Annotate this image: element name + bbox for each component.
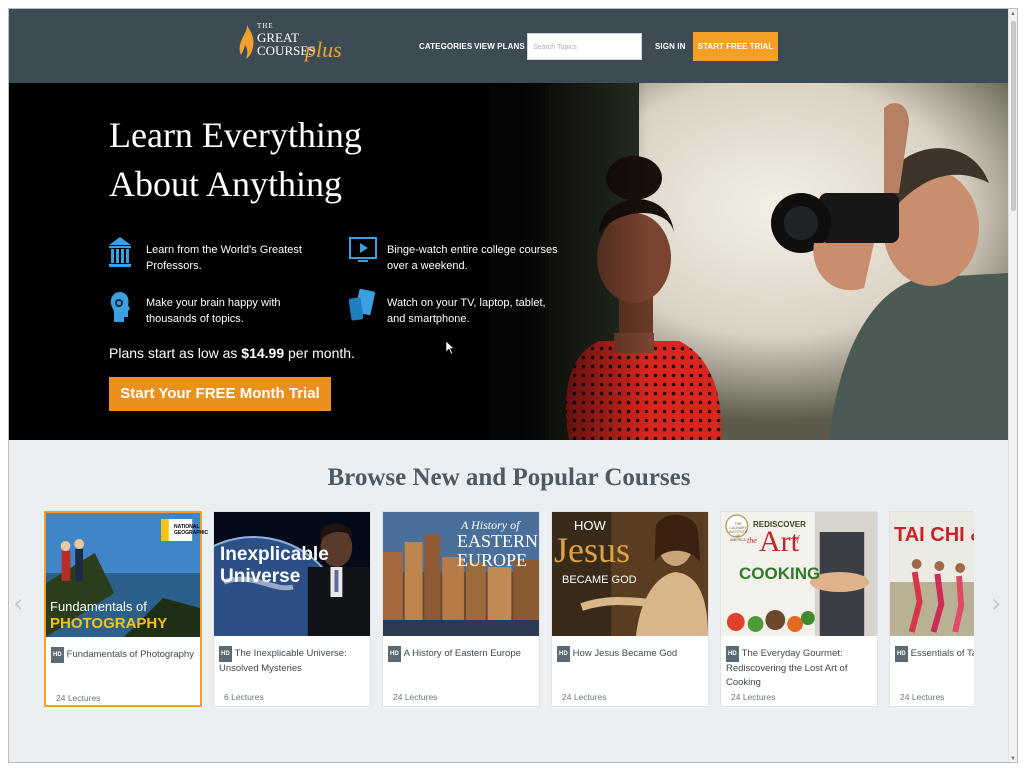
search-input[interactable]: Search Topics [527, 33, 642, 60]
feature-watch-devices: Watch on your TV, laptop, tablet, and sm… [387, 297, 546, 325]
course-title: HD Fundamentals of Photography [51, 647, 199, 663]
course-title-text: The Everyday Gourmet: Rediscovering the … [726, 648, 848, 688]
carousel-prev-arrow-icon[interactable]: ‹ [13, 589, 23, 619]
nav-view-plans[interactable]: VIEW PLANS [474, 42, 525, 51]
plans-suffix: per month. [288, 345, 355, 361]
tv-play-icon [349, 237, 377, 262]
course-title: HD A History of Eastern Europe [388, 646, 536, 662]
thumb-title-sub: COOKING [739, 564, 821, 583]
logo-plus: plus [305, 37, 342, 62]
flame-icon [239, 25, 254, 59]
hd-badge: HD [726, 646, 739, 662]
logo-the: THE [257, 22, 274, 30]
thumb-title-the: the [747, 536, 757, 545]
nav-categories[interactable]: CATEGORIES [419, 42, 472, 51]
building-columns-icon [109, 237, 131, 267]
lecture-count: 24 Lectures [562, 692, 607, 702]
course-title-text: The Inexplicable Universe: Unsolved Myst… [219, 648, 347, 674]
hd-badge: HD [51, 647, 64, 663]
course-title: HD The Inexplicable Universe: Unsolved My… [219, 646, 367, 676]
lecture-count: 6 Lectures [224, 692, 264, 702]
culinary-institute-badge: THE CULINARY INSTITUTE OF AMERICA [729, 522, 748, 542]
hero-title: Learn Everything About Anything [109, 111, 439, 209]
course-card[interactable]: HOW Jesus BECAME GOD HD How Jesus Became … [551, 511, 709, 707]
browser-window: THE GREAT COURSES plus CATEGORIES VIEW P… [8, 8, 1018, 763]
thumb-title-big: TAI CHI & Q [894, 524, 974, 546]
thumb-title-big: Universe [220, 566, 301, 587]
course-carousel: NATIONAL GEOGRAPHIC Fundamentals of PHOT… [44, 511, 974, 709]
course-title: HD The Everyday Gourmet: Rediscovering th… [726, 646, 874, 690]
vertical-scrollbar[interactable]: ▲ ▼ [1008, 9, 1017, 762]
thumb-title-small: Fundamentals of [50, 599, 147, 614]
hd-badge: HD [895, 646, 908, 662]
scroll-up-arrow-icon[interactable]: ▲ [1010, 11, 1016, 17]
plans-pricing-text: Plans start as low as $14.99 per month. [109, 345, 355, 361]
course-card[interactable]: NATIONAL GEOGRAPHIC Fundamentals of PHOT… [44, 511, 209, 707]
course-title-text: A History of Eastern Europe [403, 648, 521, 659]
course-card[interactable]: THE CULINARY INSTITUTE OF AMERICA REDISC… [720, 511, 878, 707]
course-title-text: Essentials of Tai Chi [910, 648, 974, 659]
mouse-cursor-icon [446, 341, 454, 355]
plans-prefix: Plans start as low as [109, 345, 238, 361]
scroll-down-arrow-icon[interactable]: ▼ [1010, 756, 1016, 762]
feature-brain-happy: Make your brain happy with thousands of … [146, 297, 281, 325]
hero-banner: Learn Everything About Anything Learn fr… [9, 83, 1009, 440]
course-title-text: Fundamentals of Photography [66, 649, 194, 660]
course-title: HDEssentials of Tai Chi [895, 646, 974, 662]
carousel-next-arrow-icon[interactable]: › [991, 589, 1001, 619]
hd-badge: HD [219, 646, 232, 662]
nav-sign-in[interactable]: SIGN IN [655, 42, 685, 51]
hd-badge: HD [557, 646, 570, 662]
scrollbar-thumb[interactable] [1011, 21, 1016, 211]
course-title-text: How Jesus Became God [572, 648, 678, 659]
brain-head-icon [110, 292, 130, 322]
start-free-month-trial-button[interactable]: Start Your FREE Month Trial [109, 377, 331, 411]
course-card[interactable]: TAI CHI & Q HDEssentials of Tai Chi 24 L… [889, 511, 974, 707]
site-header: THE GREAT COURSES plus CATEGORIES VIEW P… [9, 9, 1009, 83]
start-free-trial-button[interactable]: START FREE TRIAL [693, 32, 778, 61]
thumb-title-small: Inexplicable [220, 544, 329, 565]
plans-price: $14.99 [241, 345, 285, 361]
course-card[interactable]: A History of EASTERN EUROPE HD A History … [382, 511, 540, 707]
feature-professors: Learn from the World's Greatest Professo… [146, 244, 302, 272]
hero-title-line2: About Anything [109, 164, 343, 204]
national-geographic-badge: NATIONAL GEOGRAPHIC [174, 524, 209, 536]
lecture-count: 24 Lectures [900, 692, 945, 702]
thumb-title-sub: BECAME GOD [562, 574, 637, 586]
lecture-count: 24 Lectures [393, 692, 438, 702]
lecture-count: 24 Lectures [731, 692, 776, 702]
feature-binge-watch: Binge-watch entire college courses over … [387, 244, 558, 272]
browse-section-title: Browse New and Popular Courses [327, 464, 691, 491]
course-title: HD How Jesus Became God [557, 646, 705, 662]
thumb-title-big: EASTERN EUROPE [457, 531, 538, 570]
hd-badge: HD [388, 646, 401, 662]
thumb-title-of: of [793, 534, 800, 543]
devices-icon [349, 289, 375, 321]
lecture-count: 24 Lectures [56, 693, 101, 703]
hero-title-line1: Learn Everything [109, 115, 362, 155]
thumb-title-big: PHOTOGRAPHY [50, 615, 168, 632]
thumb-title-big: Jesus [554, 530, 631, 570]
course-card[interactable]: Inexplicable Universe HD The Inexplicable… [213, 511, 371, 707]
site-logo[interactable]: THE GREAT COURSES plus [239, 21, 349, 71]
